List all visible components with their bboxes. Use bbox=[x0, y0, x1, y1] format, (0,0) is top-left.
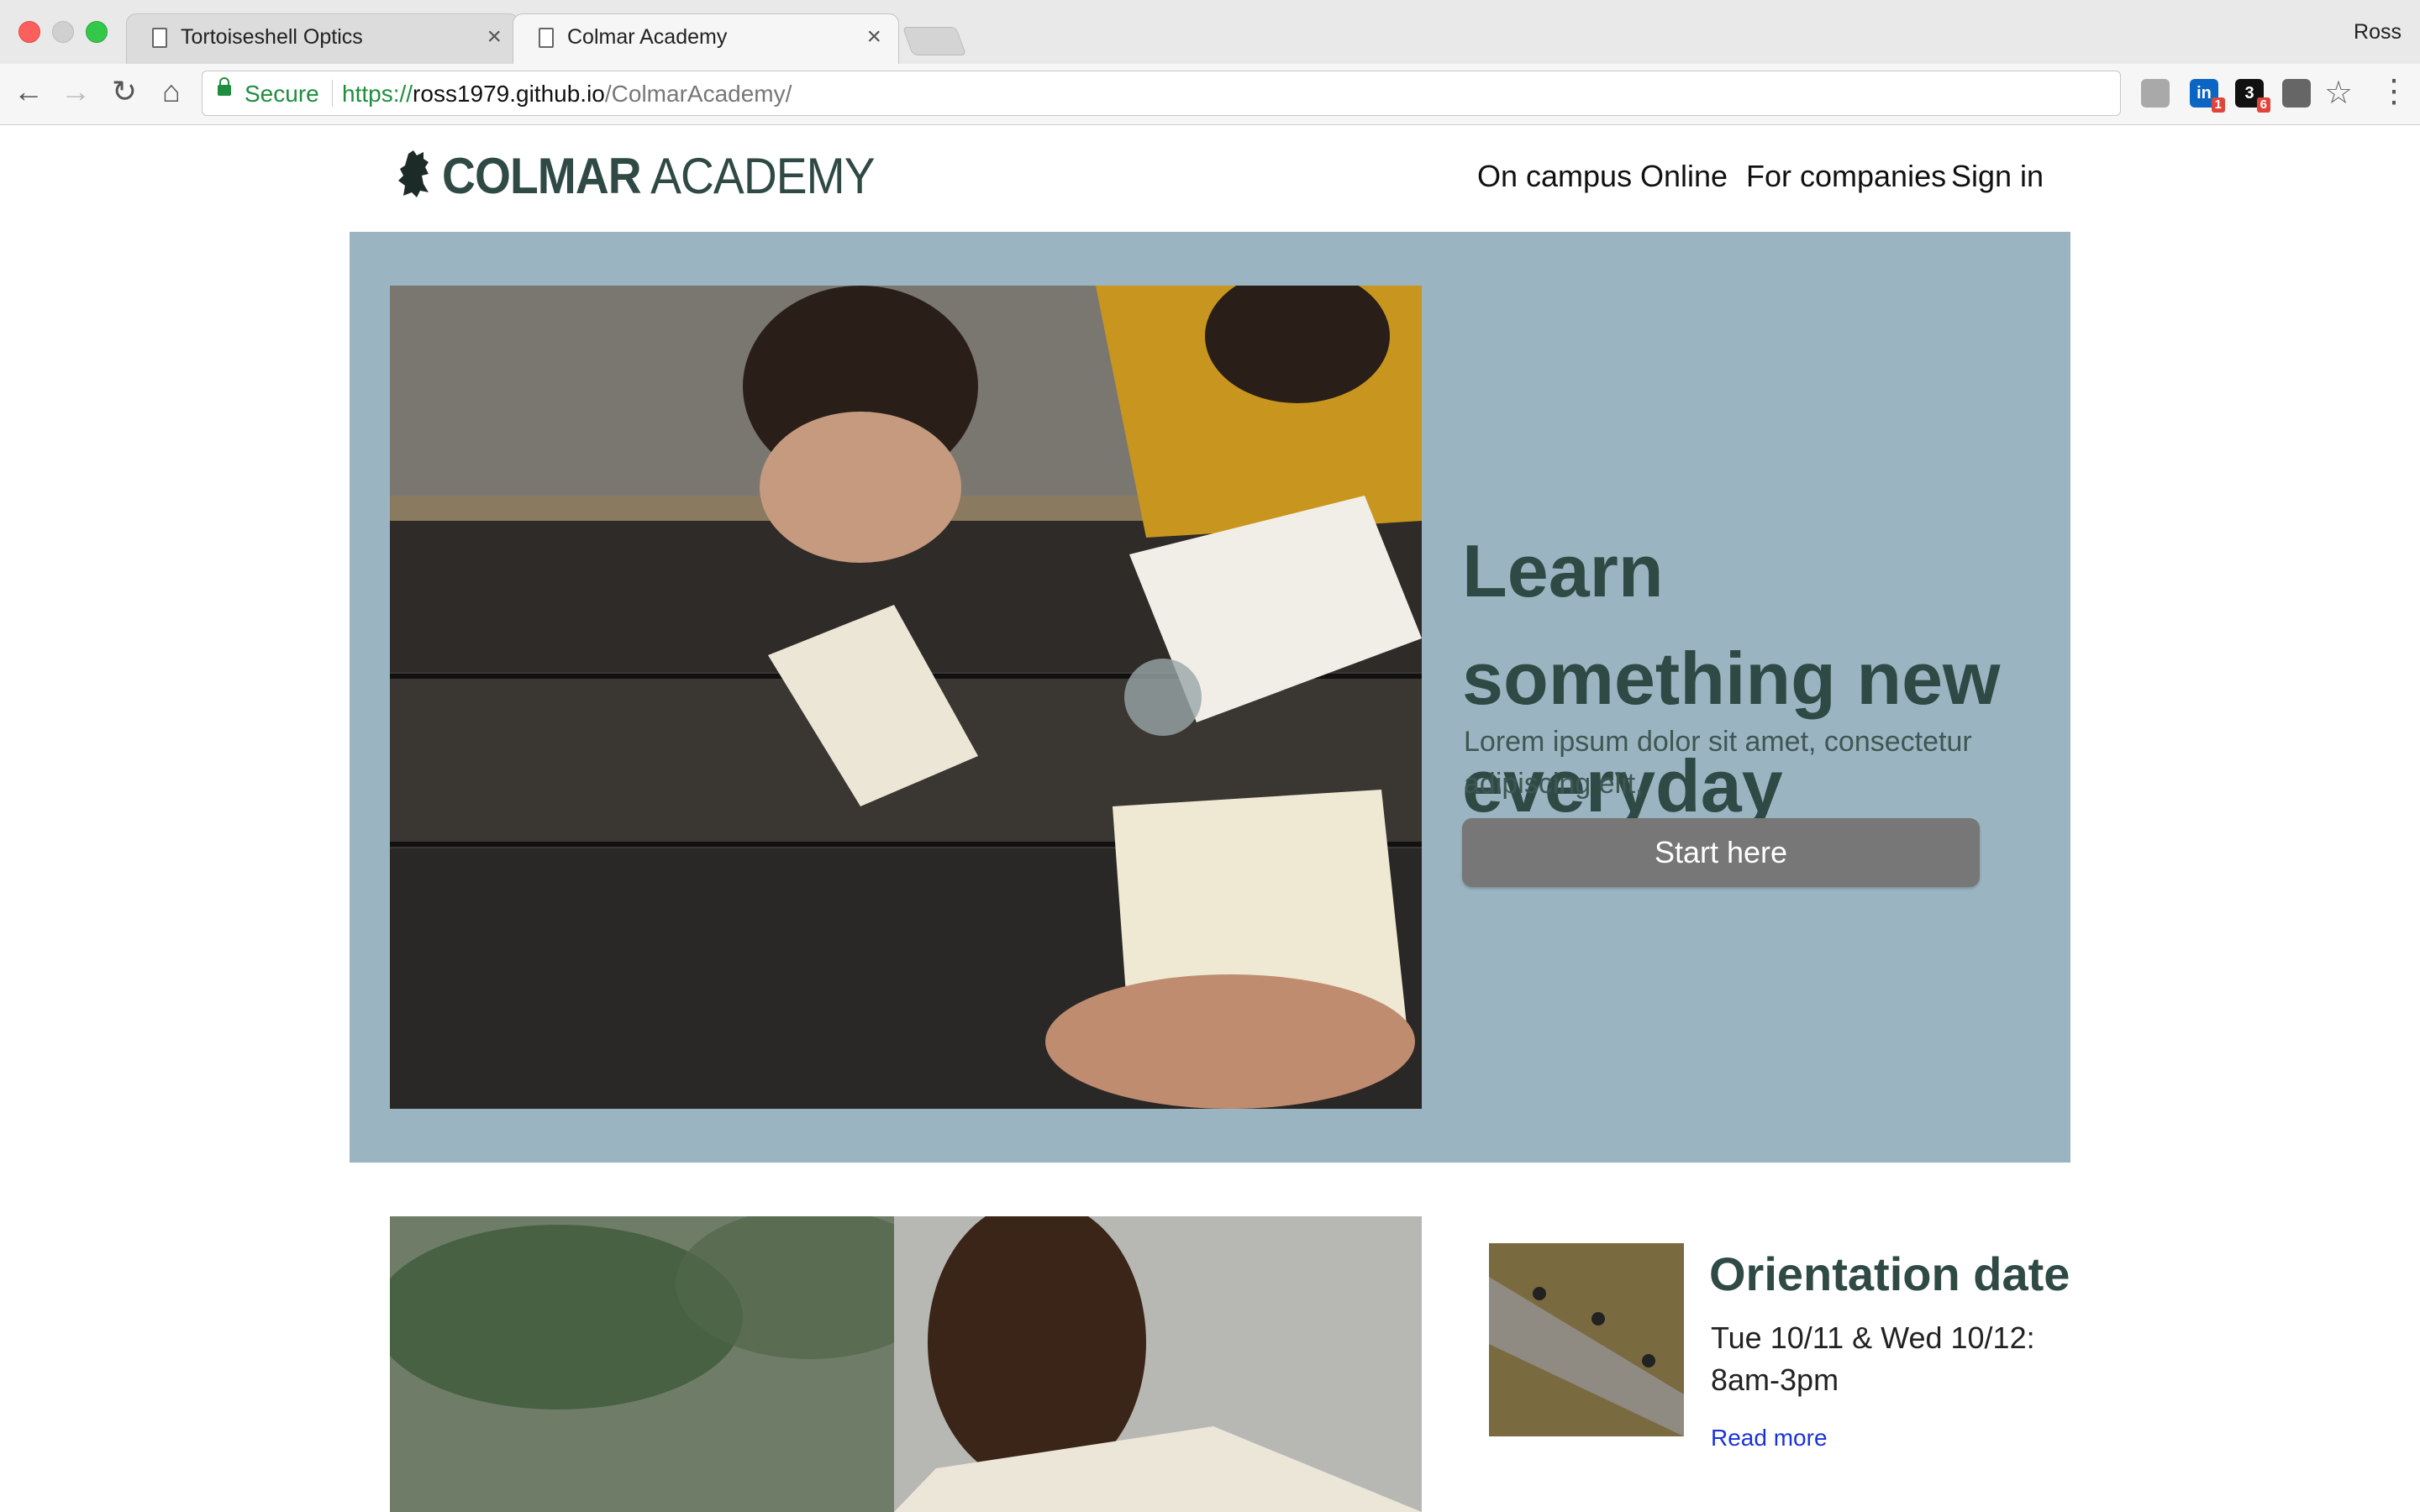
browser-menu-icon[interactable]: ⋮ bbox=[2378, 72, 2410, 110]
forward-arrow-icon[interactable]: → bbox=[57, 74, 94, 109]
close-icon[interactable]: × bbox=[866, 23, 881, 51]
tab-title: Tortoiseshell Optics bbox=[181, 25, 363, 49]
page-icon bbox=[539, 28, 554, 48]
reload-icon[interactable]: ↻ bbox=[106, 74, 143, 109]
notification-badge: 1 bbox=[2211, 97, 2225, 113]
lion-logo-icon bbox=[398, 150, 429, 197]
lock-icon bbox=[218, 77, 231, 96]
notification-badge: 6 bbox=[2256, 97, 2270, 113]
tab-tortoiseshell-optics[interactable]: Tortoiseshell Optics × bbox=[126, 13, 519, 64]
dark-extension-icon[interactable]: 36 bbox=[2235, 79, 2270, 113]
student-portrait-photo bbox=[390, 1216, 1422, 1512]
tab-title: Colmar Academy bbox=[567, 25, 728, 49]
nav-for-companies[interactable]: For companies bbox=[1746, 159, 1946, 194]
extension-gray-icon[interactable] bbox=[2141, 79, 2170, 108]
hero-section: Learn something new everyday Lorem ipsum… bbox=[350, 232, 2070, 1163]
divider bbox=[332, 80, 333, 107]
page-icon bbox=[152, 28, 167, 48]
event-title: Orientation date bbox=[1709, 1247, 2070, 1300]
secure-label: Secure bbox=[245, 81, 319, 107]
read-more-link[interactable]: Read more bbox=[1711, 1425, 1828, 1452]
home-icon[interactable]: ⌂ bbox=[153, 74, 190, 109]
maximize-window-button[interactable] bbox=[86, 21, 108, 43]
address-bar[interactable]: Secure https://ross1979.github.io/Colmar… bbox=[202, 71, 2121, 116]
back-arrow-icon[interactable]: ← bbox=[10, 74, 47, 109]
browser-titlebar: Tortoiseshell Optics × Colmar Academy × … bbox=[0, 0, 2420, 66]
orientation-thumbnail bbox=[1489, 1243, 1684, 1436]
nav-online[interactable]: Online bbox=[1640, 159, 1728, 194]
bookmark-star-icon[interactable]: ☆ bbox=[2324, 74, 2353, 112]
hero-description: Lorem ipsum dolor sit amet, consectetur … bbox=[1464, 726, 1972, 800]
browser-toolbar: ← → ↻ ⌂ Secure https://ross1979.github.i… bbox=[0, 64, 2420, 125]
site-header: COLMAR ACADEMY On campus Online For comp… bbox=[0, 125, 2420, 231]
close-window-button[interactable] bbox=[18, 21, 40, 43]
minimize-window-button[interactable] bbox=[52, 21, 74, 43]
site-logo[interactable]: COLMAR ACADEMY bbox=[442, 147, 876, 205]
profile-name[interactable]: Ross bbox=[2354, 20, 2402, 45]
url-text: https://ross1979.github.io/ColmarAcademy… bbox=[342, 81, 792, 107]
linkedin-icon[interactable]: in 1 bbox=[2190, 79, 2225, 113]
nav-sign-in[interactable]: Sign in bbox=[1951, 159, 2044, 194]
close-icon[interactable]: × bbox=[487, 23, 502, 51]
nav-on-campus[interactable]: On campus bbox=[1477, 159, 1632, 194]
event-date: Tue 10/11 & Wed 10/12: 8am-3pm bbox=[1711, 1320, 2035, 1397]
new-tab-button[interactable] bbox=[902, 27, 967, 55]
lightbulb-extension-icon[interactable] bbox=[2282, 79, 2311, 108]
tab-colmar-academy[interactable]: Colmar Academy × bbox=[513, 13, 899, 66]
start-here-button[interactable]: Start here bbox=[1462, 818, 1980, 887]
students-reading-photo bbox=[390, 286, 1422, 1109]
